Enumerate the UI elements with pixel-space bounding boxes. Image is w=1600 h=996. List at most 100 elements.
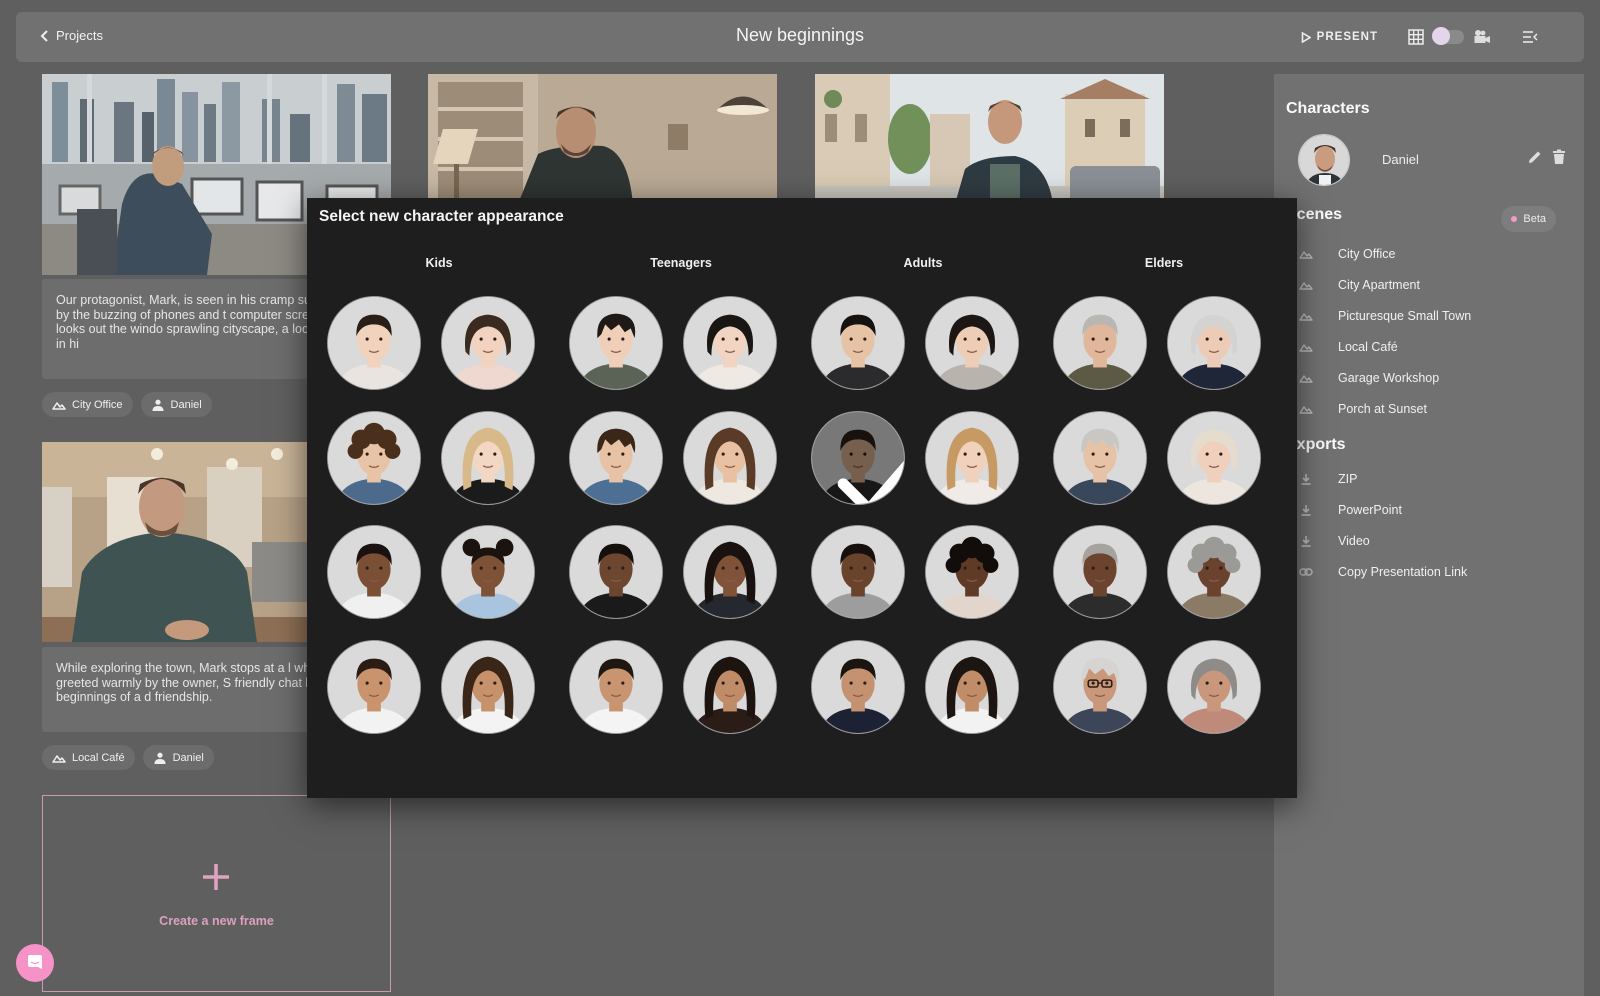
edit-character-button[interactable]	[1526, 148, 1544, 166]
scene-item-label: City Office	[1338, 247, 1396, 261]
scene-item-local-cafe[interactable]: Local Café	[1298, 336, 1558, 358]
scene-item-label: Picturesque Small Town	[1338, 309, 1472, 323]
portrait-option-kids-3[interactable]	[327, 411, 421, 505]
present-label: PRESENT	[1316, 31, 1378, 43]
scene-item-porch-at-sunset[interactable]: Porch at Sunset	[1298, 398, 1558, 420]
beta-dot	[1511, 216, 1518, 222]
portrait-option-kids-7[interactable]	[327, 640, 421, 734]
character-chip-label: Daniel	[170, 398, 202, 411]
menu-collapse-icon	[1523, 31, 1538, 43]
landscape-icon	[1298, 278, 1314, 292]
portrait-option-elders-5[interactable]	[1053, 525, 1147, 619]
scene-chip-label: City Office	[72, 398, 123, 411]
portrait-option-adults-7[interactable]	[811, 640, 905, 734]
portrait-option-adults-8[interactable]	[925, 640, 1019, 734]
group-label-kids: Kids	[425, 256, 453, 270]
portrait-option-kids-4[interactable]	[441, 411, 535, 505]
landscape-icon	[1298, 340, 1314, 354]
create-new-frame-button[interactable]: Create a new frame	[42, 795, 391, 992]
download-icon	[1298, 472, 1314, 486]
scene-item-city-apartment[interactable]: City Apartment	[1298, 274, 1558, 296]
portrait-option-kids-1[interactable]	[327, 296, 421, 390]
present-button[interactable]: PRESENT	[1301, 31, 1378, 43]
portrait-option-adults-6[interactable]	[925, 525, 1019, 619]
toggle-knob	[1432, 27, 1450, 45]
group-label-elders: Elders	[1144, 256, 1184, 270]
portrait-option-teenagers-7[interactable]	[569, 640, 663, 734]
grid-view-icon	[1408, 29, 1424, 45]
create-new-frame-label: Create a new frame	[159, 914, 274, 928]
export-video[interactable]: Video	[1298, 530, 1558, 552]
portrait-option-teenagers-4[interactable]	[683, 411, 777, 505]
landscape-icon	[1298, 371, 1314, 385]
character-avatar	[1298, 134, 1350, 186]
scene-chip[interactable]: City Office	[42, 392, 133, 417]
portrait-option-teenagers-1[interactable]	[569, 296, 663, 390]
portrait-option-teenagers-6[interactable]	[683, 525, 777, 619]
portrait-option-teenagers-8[interactable]	[683, 640, 777, 734]
chat-icon	[28, 955, 42, 969]
beta-label: Beta	[1523, 213, 1546, 225]
portrait-option-elders-2[interactable]	[1167, 296, 1261, 390]
character-chip[interactable]: Daniel	[142, 745, 214, 770]
export-label: PowerPoint	[1338, 503, 1402, 517]
chat-button[interactable]	[16, 944, 54, 982]
frame-image-city-apartment[interactable]	[428, 74, 777, 204]
export-label: Video	[1338, 534, 1370, 548]
portrait-option-elders-4[interactable]	[1167, 411, 1261, 505]
scene-item-label: Garage Workshop	[1338, 371, 1440, 385]
portrait-option-kids-5[interactable]	[327, 525, 421, 619]
character-row[interactable]: Daniel	[1298, 134, 1568, 186]
export-powerpoint[interactable]: PowerPoint	[1298, 499, 1558, 521]
portrait-option-adults-2[interactable]	[925, 296, 1019, 390]
portrait-option-adults-4[interactable]	[925, 411, 1019, 505]
person-icon	[152, 399, 164, 411]
portrait-option-adults-1[interactable]	[811, 296, 905, 390]
scene-chip[interactable]: Local Café	[42, 745, 135, 770]
portrait-option-kids-2[interactable]	[441, 296, 535, 390]
play-icon	[1301, 31, 1311, 43]
mode-toggle[interactable]	[1432, 27, 1464, 45]
export-label: ZIP	[1338, 472, 1358, 486]
selected-check-icon	[837, 460, 904, 504]
portrait-option-kids-8[interactable]	[441, 640, 535, 734]
download-icon	[1298, 534, 1314, 548]
portrait-option-elders-7[interactable]	[1053, 640, 1147, 734]
landscape-icon	[1298, 309, 1314, 323]
project-title[interactable]: New beginnings	[736, 25, 864, 45]
character-chip[interactable]: Daniel	[140, 392, 212, 417]
chevron-left-icon	[40, 29, 48, 42]
scene-item-garage-workshop[interactable]: Garage Workshop	[1298, 367, 1558, 389]
portrait-option-elders-6[interactable]	[1167, 525, 1261, 619]
landscape-icon	[1298, 247, 1314, 261]
portrait-option-teenagers-5[interactable]	[569, 525, 663, 619]
landscape-icon	[52, 754, 66, 763]
scene-item-city-office[interactable]: City Office	[1298, 243, 1558, 265]
landscape-icon	[1298, 402, 1314, 416]
copy-presentation-link[interactable]: Copy Presentation Link	[1298, 561, 1558, 583]
landscape-icon	[52, 401, 66, 410]
person-icon	[154, 752, 166, 764]
back-to-projects-link[interactable]: Projects	[40, 28, 103, 43]
portrait-option-adults-3[interactable]	[811, 411, 905, 505]
scene-item-picturesque-small-town[interactable]: Picturesque Small Town	[1298, 305, 1558, 327]
export-zip[interactable]: ZIP	[1298, 468, 1558, 490]
grid-view-button[interactable]	[1406, 27, 1426, 47]
portrait-option-elders-1[interactable]	[1053, 296, 1147, 390]
download-icon	[1298, 503, 1314, 517]
characters-heading: Characters	[1286, 100, 1370, 117]
portrait-option-teenagers-2[interactable]	[683, 296, 777, 390]
portrait-option-elders-3[interactable]	[1053, 411, 1147, 505]
back-label: Projects	[56, 28, 103, 43]
sidebar-toggle-button[interactable]	[1520, 27, 1540, 47]
delete-icon	[1553, 149, 1565, 164]
portrait-option-kids-6[interactable]	[441, 525, 535, 619]
frame-image-small-town[interactable]	[815, 74, 1164, 204]
portrait-option-elders-8[interactable]	[1167, 640, 1261, 734]
portrait-option-teenagers-3[interactable]	[569, 411, 663, 505]
character-name: Daniel	[1382, 152, 1419, 167]
delete-character-button[interactable]	[1550, 148, 1568, 166]
video-mode-button[interactable]	[1472, 27, 1492, 47]
portrait-option-adults-5[interactable]	[811, 525, 905, 619]
modal-title: Select new character appearance	[319, 208, 564, 225]
